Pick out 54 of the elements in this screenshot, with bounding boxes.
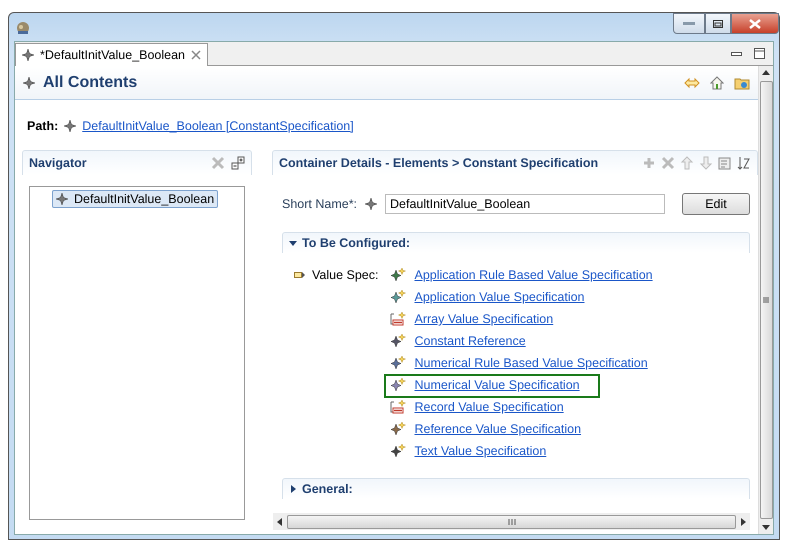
grip-icon[interactable] [763,297,769,303]
close-button[interactable] [731,13,779,34]
vertical-scrollbar[interactable] [758,66,773,534]
panel-title: Container Details - Elements > Constant Specification [279,156,598,170]
page-title: All Contents [43,74,138,92]
tree-item[interactable]: DefaultInitValue_Boolean [52,190,218,208]
scroll-right-icon[interactable] [740,518,746,526]
option-link[interactable]: Numerical Rule Based Value Specification [414,356,648,370]
app-icon [15,19,31,35]
maximize-view-icon[interactable] [754,48,765,59]
scroll-left-icon[interactable] [277,518,283,526]
arrow-icon [294,271,306,279]
minimize-button[interactable] [673,13,705,34]
editor-tab[interactable]: *DefaultInitValue_Boolean [15,43,208,66]
element-icon [23,76,35,88]
path-label: Path: [27,119,58,133]
option-link[interactable]: Reference Value Specification [414,422,582,436]
element-icon [22,49,34,61]
scroll-up-icon[interactable] [762,70,770,75]
short-name-label: Short Name*: [282,197,358,211]
option-link[interactable]: Array Value Specification [414,312,554,326]
horizontal-scrollbar[interactable] [273,513,750,530]
sort-icon[interactable] [737,156,751,170]
edit-icon[interactable] [718,156,732,170]
maximize-button[interactable] [705,13,731,34]
minimize-icon [683,22,695,26]
edit-button[interactable]: Edit [682,193,750,215]
option-link[interactable]: Text Value Specification [414,444,546,458]
scroll-down-icon[interactable] [762,525,770,530]
panel-title: Navigator [29,156,87,170]
element-icon [64,120,76,132]
expand-arrow-icon[interactable] [289,484,297,492]
option-link[interactable]: Record Value Specification [414,400,564,414]
double-arrow-icon[interactable] [684,76,700,88]
option-link[interactable]: Application Value Specification [414,290,584,304]
collapse-arrow-icon[interactable] [289,239,297,247]
grip-icon[interactable] [508,518,516,524]
close-icon[interactable] [191,50,202,60]
option-link[interactable]: Constant Reference [414,334,526,348]
expand-collapse-icon[interactable] [231,156,245,170]
option-link[interactable]: Application Rule Based Value Specification [414,268,653,282]
minimize-view-icon[interactable] [731,52,742,56]
home-icon[interactable] [710,76,724,90]
element-icon [56,193,68,205]
element-icon [365,198,378,210]
folder-icon[interactable] [734,76,750,90]
value-spec-label: Value Spec: [312,268,378,282]
close-icon [749,18,761,28]
section-header[interactable]: To Be Configured: [282,232,750,253]
section-header[interactable]: General: [282,478,750,498]
short-name-field[interactable]: DefaultInitValue_Boolean [385,194,665,214]
path-link[interactable]: DefaultInitValue_Boolean [ConstantSpecification] [82,119,354,133]
option-link[interactable]: Numerical Value Specification [414,378,580,392]
restore-icon [713,20,723,28]
